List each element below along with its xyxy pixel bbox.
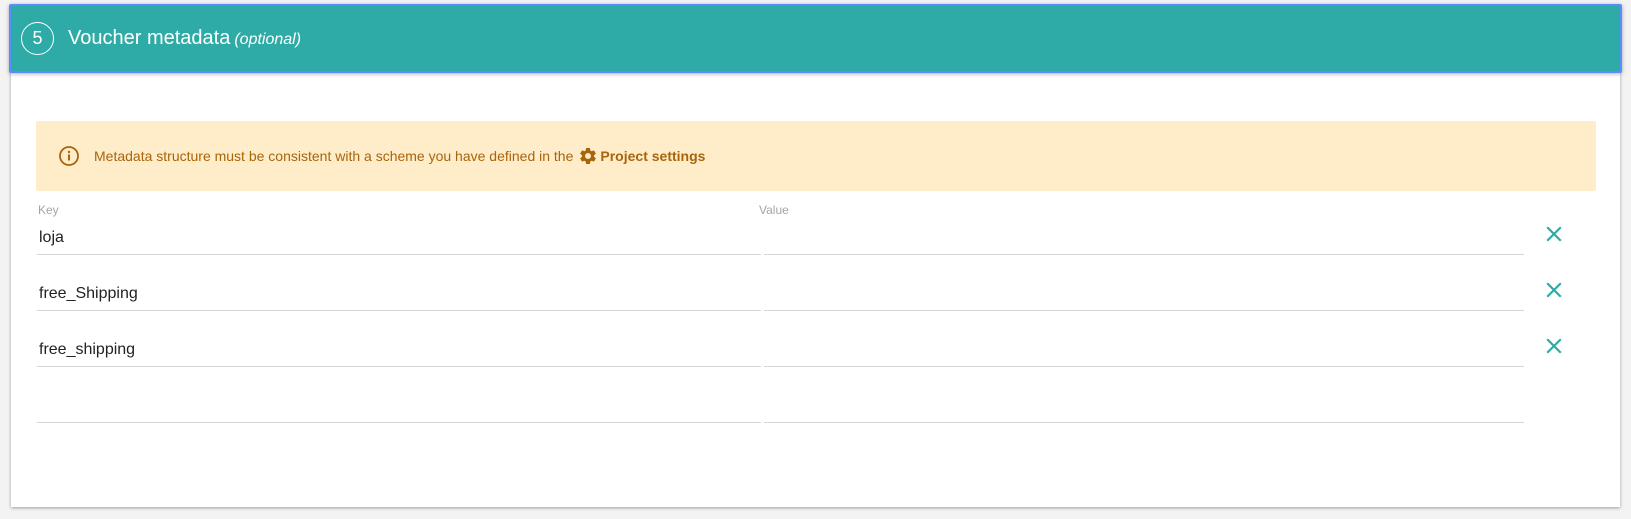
metadata-key-input[interactable] [37, 212, 761, 255]
metadata-key-input[interactable] [37, 380, 761, 423]
gear-icon[interactable] [578, 146, 598, 166]
close-icon [1546, 226, 1562, 242]
metadata-value-input[interactable] [764, 380, 1524, 423]
metadata-row [37, 268, 1621, 326]
project-settings-link[interactable]: Project settings [600, 148, 705, 164]
close-icon [1546, 282, 1562, 298]
metadata-value-input[interactable] [764, 268, 1524, 311]
step-number-badge: 5 [21, 22, 54, 55]
metadata-row-new [37, 380, 1621, 438]
remove-row-button[interactable] [1544, 224, 1564, 244]
section-title: Voucher metadata (optional) [68, 27, 301, 50]
metadata-value-input[interactable] [764, 324, 1524, 367]
section-header[interactable]: 5 Voucher metadata (optional) [9, 4, 1622, 73]
remove-row-button[interactable] [1544, 280, 1564, 300]
voucher-metadata-panel: 5 Voucher metadata (optional) Metadata st… [9, 4, 1622, 507]
metadata-value-input[interactable] [764, 212, 1524, 255]
metadata-row [37, 324, 1621, 382]
notice-text: Metadata structure must be consistent wi… [94, 148, 574, 164]
metadata-key-input[interactable] [37, 324, 761, 367]
remove-row-button[interactable] [1544, 336, 1564, 356]
metadata-key-input[interactable] [37, 268, 761, 311]
metadata-row [37, 212, 1621, 270]
info-icon [58, 145, 80, 167]
metadata-notice: Metadata structure must be consistent wi… [36, 121, 1596, 191]
optional-label: (optional) [234, 31, 302, 48]
section-title-text: Voucher metadata [68, 27, 231, 49]
close-icon [1546, 338, 1562, 354]
